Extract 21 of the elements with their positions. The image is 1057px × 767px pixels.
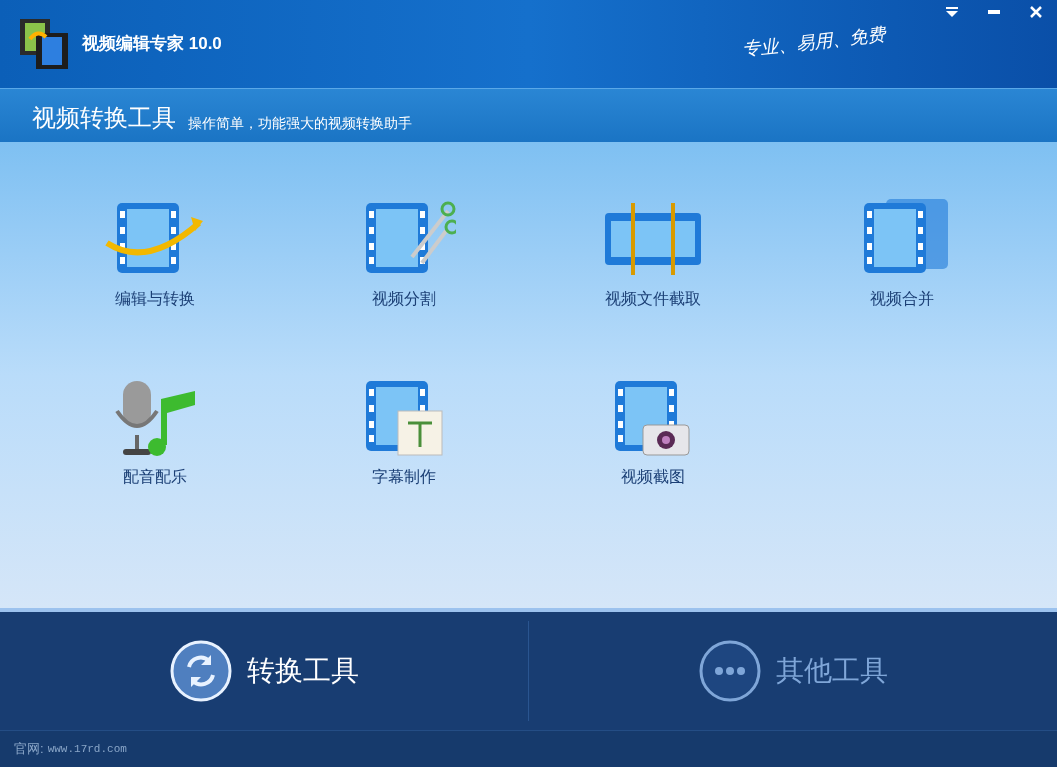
tool-button[interactable]: 配音配乐 — [30, 375, 280, 554]
film-logo-icon — [18, 16, 70, 71]
more-icon — [698, 639, 762, 704]
minimize-icon — [988, 10, 1000, 14]
nav-tab[interactable]: 其他工具 — [529, 612, 1057, 731]
tool-button[interactable]: 视频截图 — [528, 375, 778, 554]
tool-button[interactable]: 字幕制作 — [279, 375, 529, 554]
tool-button[interactable]: 视频分割 — [279, 196, 529, 376]
footer-label: 官网: — [14, 740, 44, 759]
tool-button[interactable]: 编辑与转换 — [30, 196, 280, 376]
nav-tab[interactable]: 转换工具 — [0, 612, 528, 731]
close-icon — [1030, 6, 1042, 18]
website-link[interactable]: www.17rd.com — [47, 740, 127, 758]
window-title: 视频编辑专家 10.0 — [82, 33, 222, 56]
tool-button[interactable]: 视频文件截取 — [528, 196, 778, 376]
menu-icon — [946, 7, 958, 17]
section-title: 视频转换工具 — [32, 105, 176, 130]
slogan-text: 专业、易用、免费 — [741, 22, 887, 62]
tool-button[interactable]: 视频合并 — [777, 196, 1027, 376]
section-subtitle: 操作简单，功能强大的视频转换助手 — [188, 115, 412, 130]
refresh-icon — [169, 639, 233, 704]
